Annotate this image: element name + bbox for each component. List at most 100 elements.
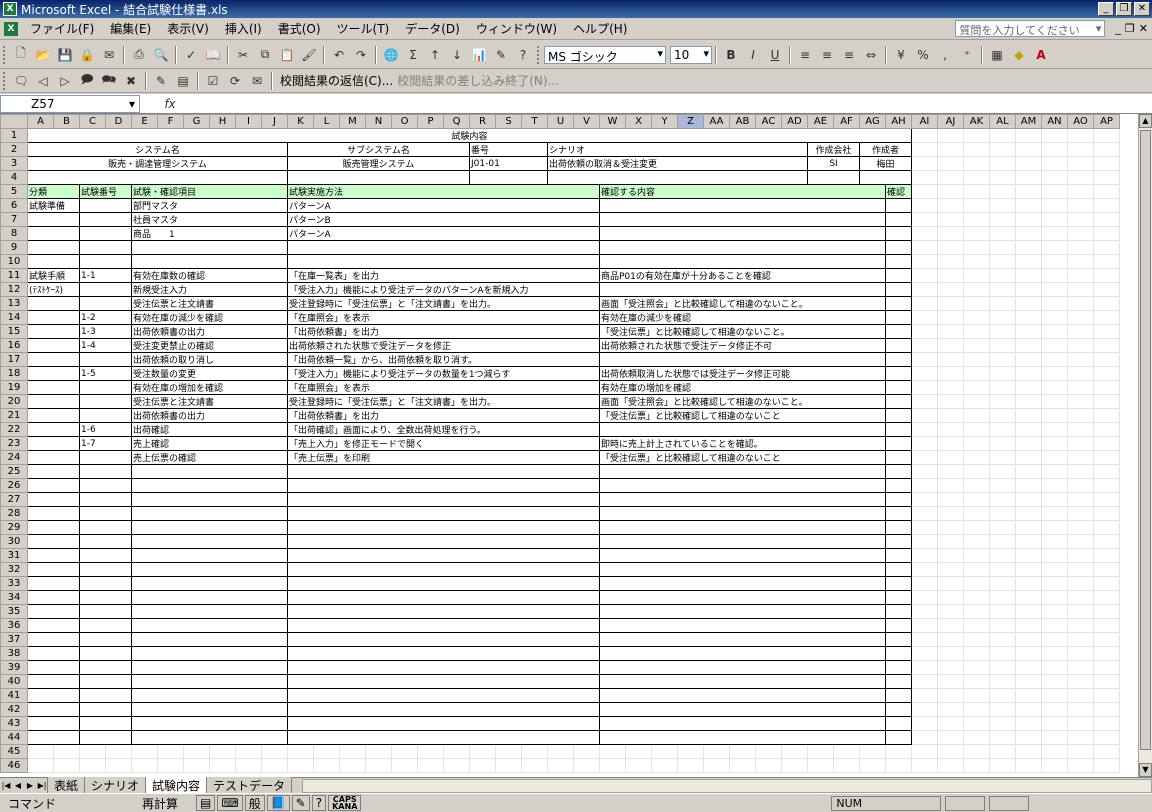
column-header[interactable]: Z [677,114,704,129]
cell[interactable] [599,352,886,367]
cell[interactable]: 画面「受注照会」と比較確認して相違のないこと。 [599,394,886,409]
cell[interactable] [131,254,288,269]
cell[interactable]: 「出荷確認」画面により、全数出荷処理を行う。 [287,422,600,437]
cell[interactable] [989,282,1016,297]
cell[interactable] [937,170,964,185]
cell[interactable] [1093,450,1120,465]
cell[interactable] [807,758,834,773]
cell[interactable] [1015,744,1042,759]
cell[interactable] [937,534,964,549]
formula-input[interactable] [200,95,1152,113]
cell[interactable] [885,660,912,675]
column-header[interactable]: B [53,114,80,129]
cell[interactable] [1067,128,1094,143]
column-header[interactable]: U [547,114,574,129]
update-file-icon[interactable]: ⟳ [225,71,245,91]
cell[interactable] [911,226,938,241]
cell[interactable] [27,464,80,479]
align-right-icon[interactable]: ≡ [839,45,859,65]
cell[interactable] [963,394,990,409]
cell[interactable] [989,688,1016,703]
cell[interactable] [1041,688,1068,703]
cell[interactable] [703,744,730,759]
cell[interactable]: 「受注伝票」と比較確認して相違のないこと。 [599,324,886,339]
cell[interactable] [1041,450,1068,465]
cell[interactable] [885,408,912,423]
cell[interactable] [1015,450,1042,465]
cell[interactable] [1015,562,1042,577]
row-header[interactable]: 20 [0,394,28,409]
autosum-icon[interactable]: Σ [403,45,423,65]
close-button[interactable]: ✕ [1134,2,1150,16]
format-painter-icon[interactable]: 🖌 [299,45,319,65]
cell[interactable] [885,254,912,269]
cell[interactable]: J01-01 [469,156,548,171]
cell[interactable] [1041,436,1068,451]
cell[interactable] [937,128,964,143]
cell[interactable] [27,226,80,241]
cell[interactable] [599,534,886,549]
cell[interactable] [989,520,1016,535]
cell[interactable] [885,744,912,759]
cell[interactable] [1015,478,1042,493]
cell[interactable] [1015,380,1042,395]
cell[interactable] [131,618,288,633]
cell[interactable] [937,716,964,731]
cell[interactable] [131,464,288,479]
cell[interactable] [963,268,990,283]
cell[interactable] [131,534,288,549]
cell[interactable] [79,730,132,745]
cell[interactable] [963,184,990,199]
cell[interactable] [599,254,886,269]
cell[interactable] [989,632,1016,647]
help-icon[interactable]: ? [513,45,533,65]
print-preview-icon[interactable]: 🔍 [151,45,171,65]
tab-test-data[interactable]: テストデータ [206,776,293,795]
cell[interactable] [521,744,548,759]
cell[interactable] [1093,758,1120,773]
cell[interactable] [885,506,912,521]
cell[interactable] [911,534,938,549]
column-header[interactable]: AD [781,114,808,129]
cell[interactable] [27,324,80,339]
cell[interactable] [963,758,990,773]
cell[interactable] [443,744,470,759]
cell[interactable] [53,744,80,759]
cell[interactable] [79,464,132,479]
cell[interactable] [1067,744,1094,759]
cell[interactable] [287,716,600,731]
cell[interactable]: シナリオ [547,142,808,157]
cell[interactable] [963,198,990,213]
cell[interactable] [313,744,340,759]
cell[interactable] [1015,394,1042,409]
cell[interactable] [937,422,964,437]
cell[interactable] [885,380,912,395]
cell[interactable] [989,156,1016,171]
cell[interactable] [625,744,652,759]
menu-edit[interactable]: 編集(E) [102,20,159,37]
cell[interactable] [963,338,990,353]
cell[interactable] [1093,226,1120,241]
cell[interactable] [27,506,80,521]
cell[interactable]: 受注登録時に「受注伝票」と「注文請書」を出力。 [287,296,600,311]
cell[interactable] [937,450,964,465]
minimize-button[interactable]: _ [1098,2,1114,16]
menu-insert[interactable]: 挿入(I) [217,20,270,37]
cell[interactable] [1041,268,1068,283]
cell[interactable] [1015,506,1042,521]
column-header[interactable]: G [183,114,210,129]
cell[interactable] [911,758,938,773]
cell[interactable]: 販売管理システム [287,156,470,171]
cell[interactable] [183,758,210,773]
column-header[interactable]: S [495,114,522,129]
cell[interactable] [989,366,1016,381]
column-header[interactable]: AO [1067,114,1094,129]
cell[interactable] [1041,184,1068,199]
cell[interactable] [1067,730,1094,745]
row-header[interactable]: 21 [0,408,28,423]
cell[interactable] [599,618,886,633]
cell[interactable] [989,758,1016,773]
cell[interactable] [911,254,938,269]
cell[interactable] [937,618,964,633]
cell[interactable] [79,296,132,311]
